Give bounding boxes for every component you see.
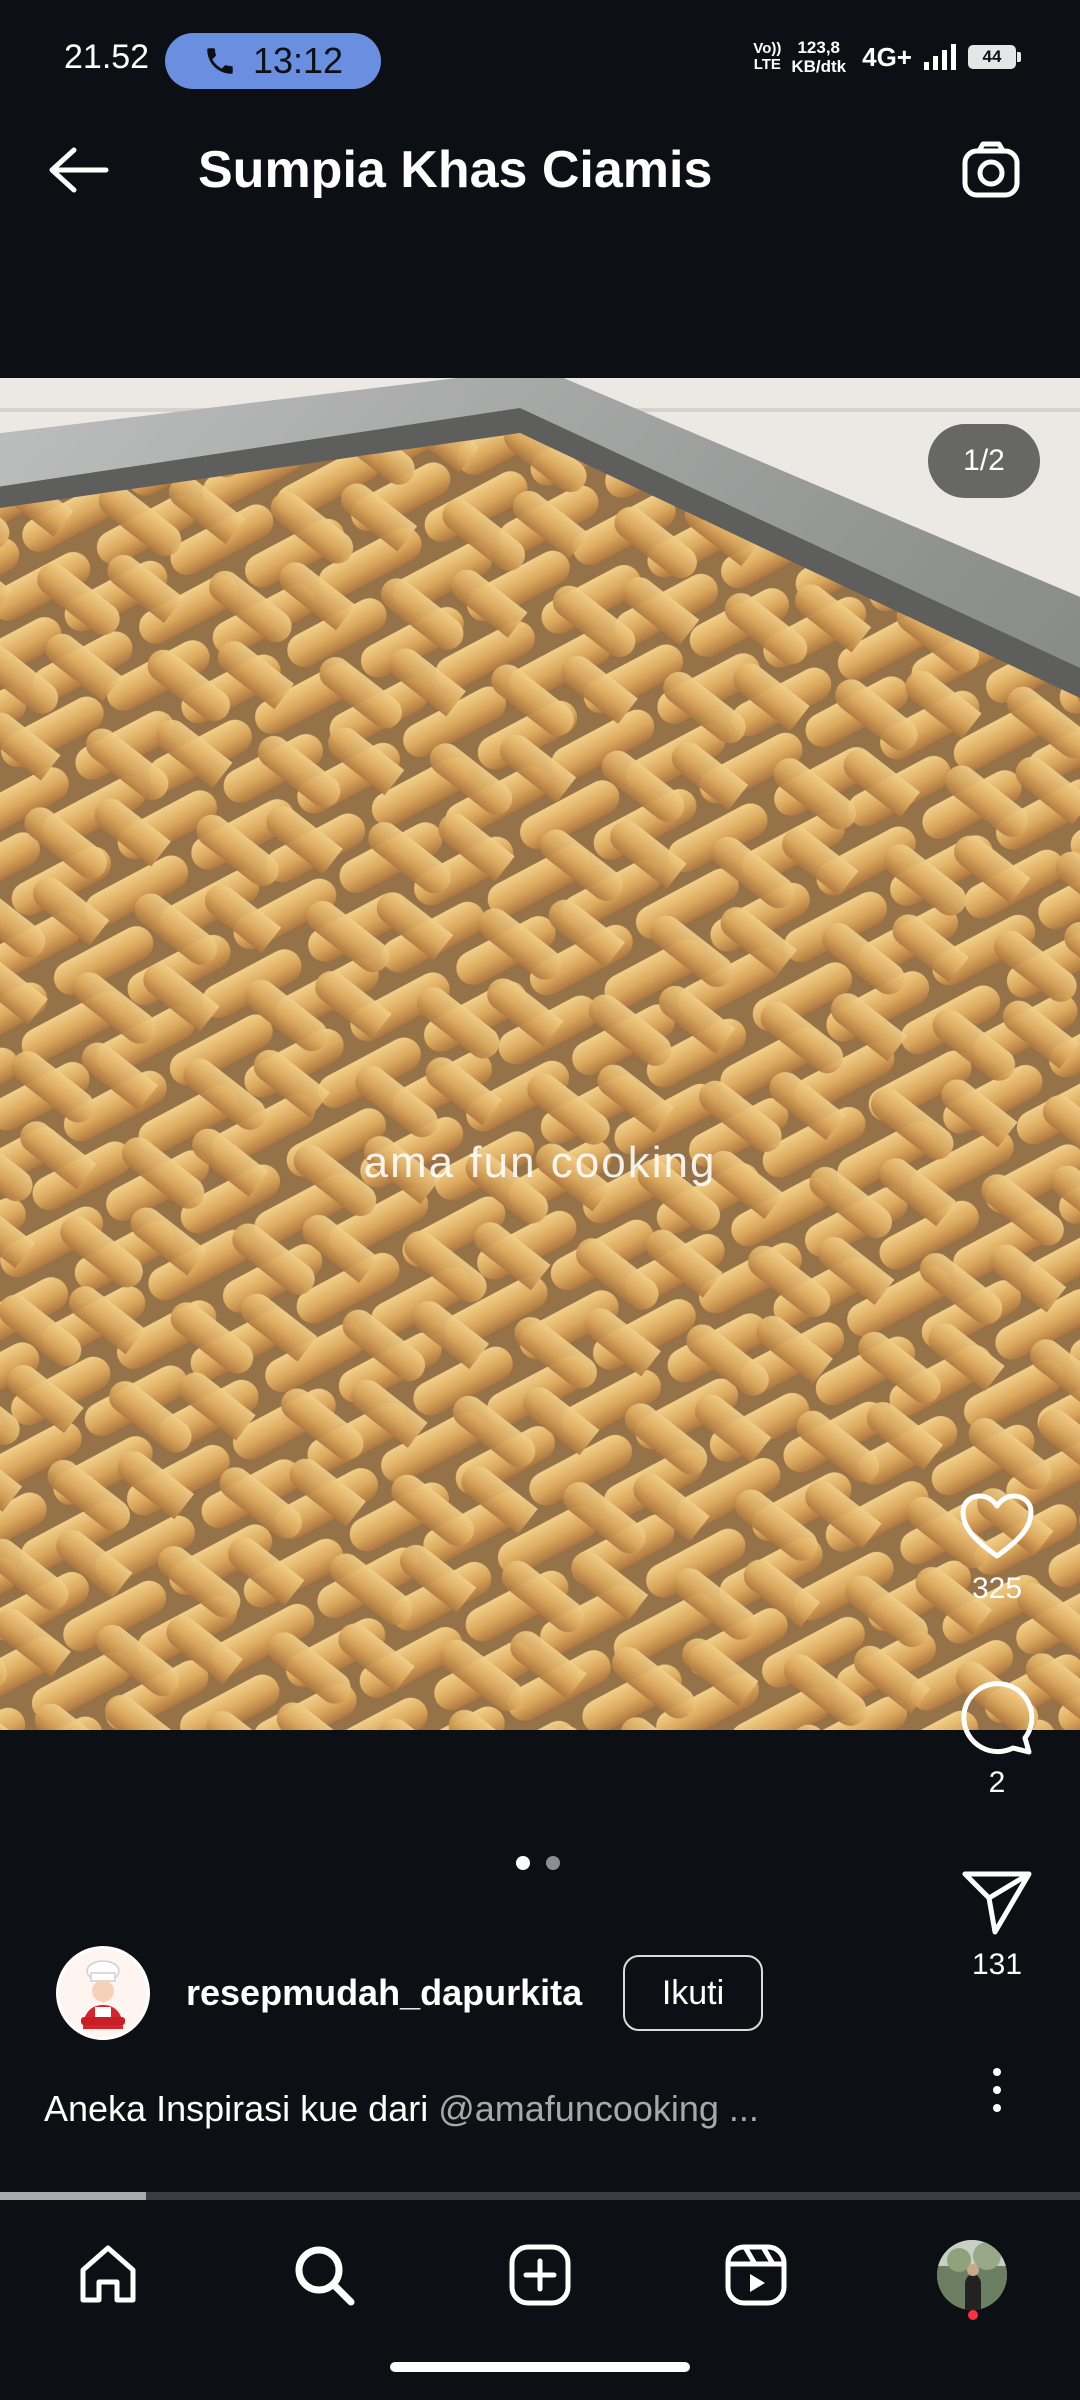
comment-icon <box>961 1681 1035 1755</box>
more-vertical-icon <box>993 2068 1001 2076</box>
post-media[interactable] <box>0 378 1080 1730</box>
status-indicators: Vo)) LTE 123,8 KB/dtk 4G+ 44 <box>753 38 1021 76</box>
profile-avatar <box>937 2240 1007 2310</box>
share-count: 131 <box>971 1948 1023 1981</box>
ongoing-call-pill[interactable]: 13:12 <box>165 33 381 89</box>
home-indicator[interactable] <box>390 2362 690 2372</box>
video-progress-bar[interactable] <box>0 2192 1080 2200</box>
arrow-left-icon <box>49 147 109 193</box>
nav-home[interactable] <box>58 2225 158 2325</box>
comment-button[interactable]: 2 <box>947 1680 1047 1800</box>
video-progress-fill <box>0 2192 146 2200</box>
back-button[interactable] <box>38 130 118 210</box>
follow-button[interactable]: Ikuti <box>623 1955 763 2031</box>
caption-text: Aneka Inspirasi kue dari <box>44 2088 439 2129</box>
search-icon <box>295 2246 355 2306</box>
network-speed-value: 123,8 <box>797 38 840 57</box>
carousel-dot <box>546 1856 560 1870</box>
battery-indicator: 44 <box>968 45 1021 69</box>
post-photo <box>0 378 1080 1730</box>
author-username[interactable]: resepmudah_dapurkita <box>186 1972 582 2014</box>
comment-count: 2 <box>988 1766 1006 1799</box>
author-avatar[interactable] <box>56 1946 150 2040</box>
like-count: 325 <box>971 1572 1023 1605</box>
status-time: 21.52 <box>64 38 150 76</box>
notification-dot <box>968 2310 978 2320</box>
nav-create[interactable] <box>490 2225 590 2325</box>
camera-icon <box>962 141 1020 198</box>
network-speed: 123,8 KB/dtk <box>791 38 846 76</box>
carousel-dots <box>516 1856 560 1870</box>
volte-indicator: Vo)) LTE <box>753 41 781 73</box>
send-icon <box>962 1871 1032 1935</box>
page-title: Sumpia Khas Ciamis <box>198 141 713 199</box>
network-type: 4G+ <box>862 41 912 72</box>
camera-button[interactable] <box>952 130 1032 210</box>
post-caption[interactable]: Aneka Inspirasi kue dari @amafuncooking … <box>44 2088 759 2130</box>
nav-reels[interactable] <box>706 2225 806 2325</box>
home-icon <box>80 2245 136 2303</box>
more-dot <box>993 2104 1001 2112</box>
volte-top: Vo)) <box>753 40 782 57</box>
network-speed-unit: KB/dtk <box>791 57 847 76</box>
caption-mention[interactable]: @amafuncooking ... <box>438 2088 759 2129</box>
reels-icon <box>725 2244 787 2306</box>
chef-avatar-image <box>59 1949 147 2037</box>
more-options-button[interactable] <box>972 2060 1022 2120</box>
signal-icon <box>924 44 956 70</box>
call-duration: 13:12 <box>252 40 344 81</box>
phone-icon <box>207 48 233 74</box>
video-watermark: ama fun cooking <box>363 1138 717 1187</box>
like-button[interactable]: 325 <box>947 1490 1047 1606</box>
share-button[interactable]: 131 <box>947 1868 1047 1982</box>
volte-bottom: LTE <box>753 56 781 73</box>
profile-photo <box>937 2240 1007 2310</box>
nav-search[interactable] <box>274 2225 374 2325</box>
more-dot <box>993 2086 1001 2094</box>
carousel-page-indicator: 1/2 <box>928 424 1040 498</box>
plus-square-icon <box>509 2244 571 2306</box>
carousel-dot <box>516 1856 530 1870</box>
heart-icon <box>960 1493 1034 1559</box>
